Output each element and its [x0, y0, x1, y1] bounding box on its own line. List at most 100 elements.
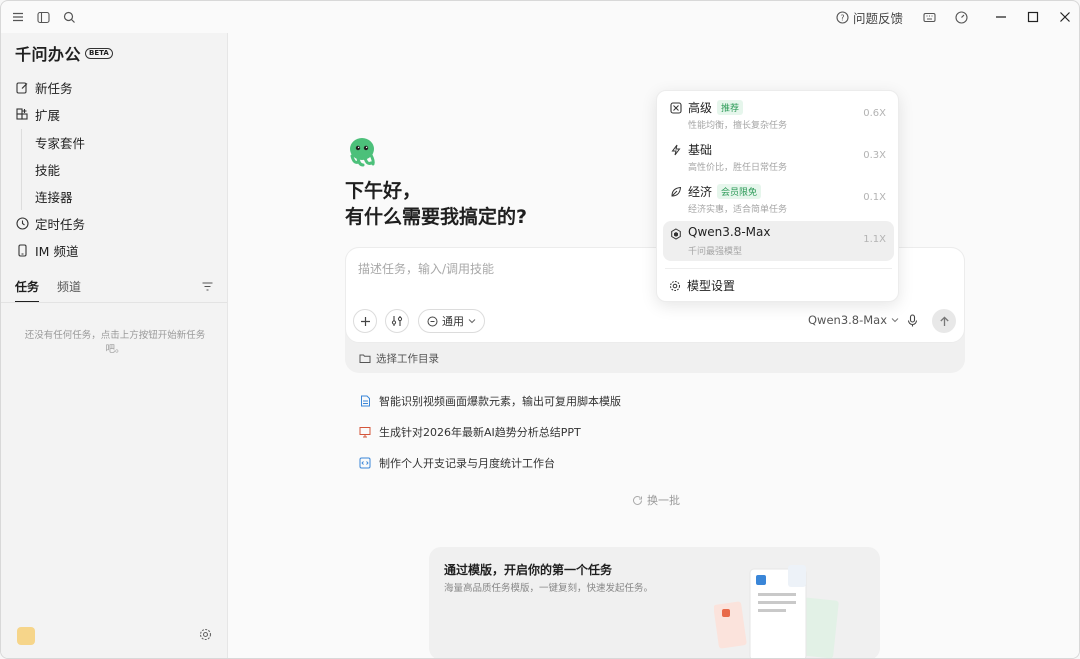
model-name-text: Qwen3.8-Max: [688, 225, 771, 239]
mode-select[interactable]: 通用: [418, 309, 485, 333]
model-option-advanced[interactable]: 高级 推荐 性能均衡，擅长复杂任务 0.6X: [663, 95, 894, 135]
gear-icon: [670, 280, 680, 291]
chevron-down-icon: [891, 318, 899, 323]
model-option-qwen-max[interactable]: Qwen3.8-Max 千问最强模型 1.1X: [663, 221, 894, 261]
filter-icon[interactable]: [201, 280, 215, 294]
gear-icon[interactable]: [199, 628, 213, 642]
feedback-label: 问题反馈: [853, 10, 904, 26]
app-window: ? 问题反馈 千问办公 BETA 新任务 扩展 专家套件 技能 连接器 定时任务…: [0, 0, 1080, 659]
phone-icon: [15, 243, 29, 257]
greeting-line-1: 下午好，: [345, 180, 422, 202]
model-settings-label: 模型设置: [687, 279, 736, 293]
model-option-multiplier: 1.1X: [863, 234, 886, 245]
avatar[interactable]: [17, 627, 35, 645]
plus-icon: [360, 316, 370, 326]
model-name-text: 基础: [688, 143, 713, 157]
recommended-badge: 推荐: [717, 100, 744, 115]
lightning-icon: [669, 143, 683, 157]
sidebar-item-label: IM 频道: [35, 243, 79, 259]
model-advanced-icon: [669, 101, 683, 115]
model-option-desc: 性能均衡，擅长复杂任务: [688, 121, 788, 131]
model-option-multiplier: 0.1X: [863, 192, 886, 203]
model-select[interactable]: Qwen3.8-Max: [808, 313, 899, 327]
sidebar-item-connectors[interactable]: 连接器: [22, 183, 211, 210]
sidebar-toggle-icon[interactable]: [35, 9, 51, 25]
sidebar: 千问办公 BETA 新任务 扩展 专家套件 技能 连接器 定时任务 IM 频道 …: [1, 33, 228, 658]
refresh-button[interactable]: 换一批: [632, 492, 680, 508]
sidebar-tabs: 任务 频道: [15, 278, 81, 303]
maximize-button[interactable]: [1023, 7, 1043, 27]
sliders-icon: [391, 316, 403, 326]
leaf-icon: [669, 185, 683, 199]
workdir-label: 选择工作目录: [376, 353, 439, 365]
tab-channels[interactable]: 频道: [57, 278, 81, 303]
sidebar-item-label: 扩展: [35, 107, 61, 123]
grid-plus-icon: [15, 107, 29, 121]
refresh-label: 换一批: [647, 494, 680, 507]
sidebar-item-scheduled[interactable]: 定时任务: [15, 212, 85, 234]
brand-name: 千问办公: [15, 45, 82, 64]
model-option-name: 基础: [688, 141, 712, 158]
greeting-line-2: 有什么需要我搞定的?: [345, 206, 528, 228]
refresh-icon: [633, 495, 642, 505]
suggestion-text: 制作个人开支记录与月度统计工作台: [379, 457, 555, 470]
sidebar-item-expert-suite[interactable]: 专家套件: [22, 129, 211, 156]
menu-icon[interactable]: [10, 9, 26, 25]
template-card-title: 通过模版，开启你的第一个任务: [444, 563, 613, 577]
model-label: Qwen3.8-Max: [808, 313, 888, 327]
suggestion-text: 智能识别视频画面爆款元素，输出可复用脚本模版: [379, 395, 621, 408]
divider: [1, 302, 227, 303]
divider: [665, 268, 892, 269]
template-card-subtitle: 海量高品质任务模版，一键复刻，快速发起任务。: [444, 583, 654, 594]
tools-button[interactable]: [385, 309, 409, 333]
clock-icon: [15, 216, 29, 230]
model-option-name: Qwen3.8-Max: [688, 225, 770, 239]
suggestion-item[interactable]: 智能识别视频画面爆款元素，输出可复用脚本模版: [359, 393, 621, 409]
model-option-basic[interactable]: 基础 高性价比，胜任日常任务 0.3X: [663, 137, 894, 177]
document-icon: [359, 395, 371, 407]
sidebar-item-skills[interactable]: 技能: [22, 156, 211, 183]
model-settings-button[interactable]: 模型设置: [669, 277, 735, 294]
keyboard-icon[interactable]: [921, 9, 937, 25]
send-button[interactable]: [932, 309, 956, 333]
search-icon[interactable]: [61, 9, 77, 25]
chevron-down-icon: [468, 319, 476, 324]
model-option-economy[interactable]: 经济 会员限免 经济实惠，适合简单任务 0.1X: [663, 179, 894, 219]
model-option-desc: 经济实惠，适合简单任务: [688, 205, 788, 215]
close-button[interactable]: [1055, 7, 1075, 27]
svg-text:?: ?: [840, 13, 844, 22]
code-icon: [359, 457, 371, 469]
suggestion-item[interactable]: 生成针对2026年最新AI趋势分析总结PPT: [359, 424, 581, 440]
sidebar-item-extensions[interactable]: 扩展: [15, 103, 60, 125]
sidebar-item-im-channel[interactable]: IM 频道: [15, 239, 78, 261]
model-option-multiplier: 0.3X: [863, 150, 886, 161]
title-bar: ? 问题反馈: [1, 1, 1079, 33]
sidebar-item-label: 新任务: [35, 80, 73, 96]
add-button[interactable]: [353, 309, 377, 333]
mic-icon[interactable]: [906, 314, 920, 328]
model-option-name: 经济 会员限免: [688, 183, 762, 200]
empty-tasks-text: 还没有任何任务，点击上方按钮开始新任务吧。: [24, 330, 206, 355]
template-card[interactable]: 通过模版，开启你的第一个任务 海量高品质任务模版，一键复刻，快速发起任务。: [429, 547, 880, 658]
presentation-icon: [359, 426, 371, 438]
task-input[interactable]: 描述任务，输入/调用技能: [358, 260, 494, 277]
gauge-icon[interactable]: [953, 9, 969, 25]
brand: 千问办公 BETA: [15, 41, 113, 65]
select-workdir-button[interactable]: 选择工作目录: [359, 351, 439, 366]
extensions-subitems: 专家套件 技能 连接器: [21, 129, 211, 210]
model-dropdown: 高级 推荐 性能均衡，擅长复杂任务 0.6X 基础 高性价比，胜任日常任务 0.…: [656, 90, 899, 302]
feedback-button[interactable]: ? 问题反馈: [836, 8, 903, 26]
main-area: 下午好， 有什么需要我搞定的? 选择工作目录 描述任务，输入/调用技能 通用 Q…: [229, 33, 1079, 658]
minimize-button[interactable]: [991, 7, 1011, 27]
model-option-desc: 千问最强模型: [688, 247, 743, 257]
model-option-desc: 高性价比，胜任日常任务: [688, 163, 788, 173]
tab-tasks[interactable]: 任务: [15, 278, 40, 303]
folder-icon: [359, 354, 371, 363]
sidebar-item-new-task[interactable]: 新任务: [15, 76, 73, 98]
suggestion-item[interactable]: 制作个人开支记录与月度统计工作台: [359, 455, 555, 471]
member-free-badge: 会员限免: [717, 184, 762, 199]
beta-badge: BETA: [85, 47, 113, 59]
sidebar-item-label: 定时任务: [35, 216, 86, 232]
mode-label: 通用: [442, 315, 464, 328]
arrow-up-icon: [939, 315, 949, 326]
